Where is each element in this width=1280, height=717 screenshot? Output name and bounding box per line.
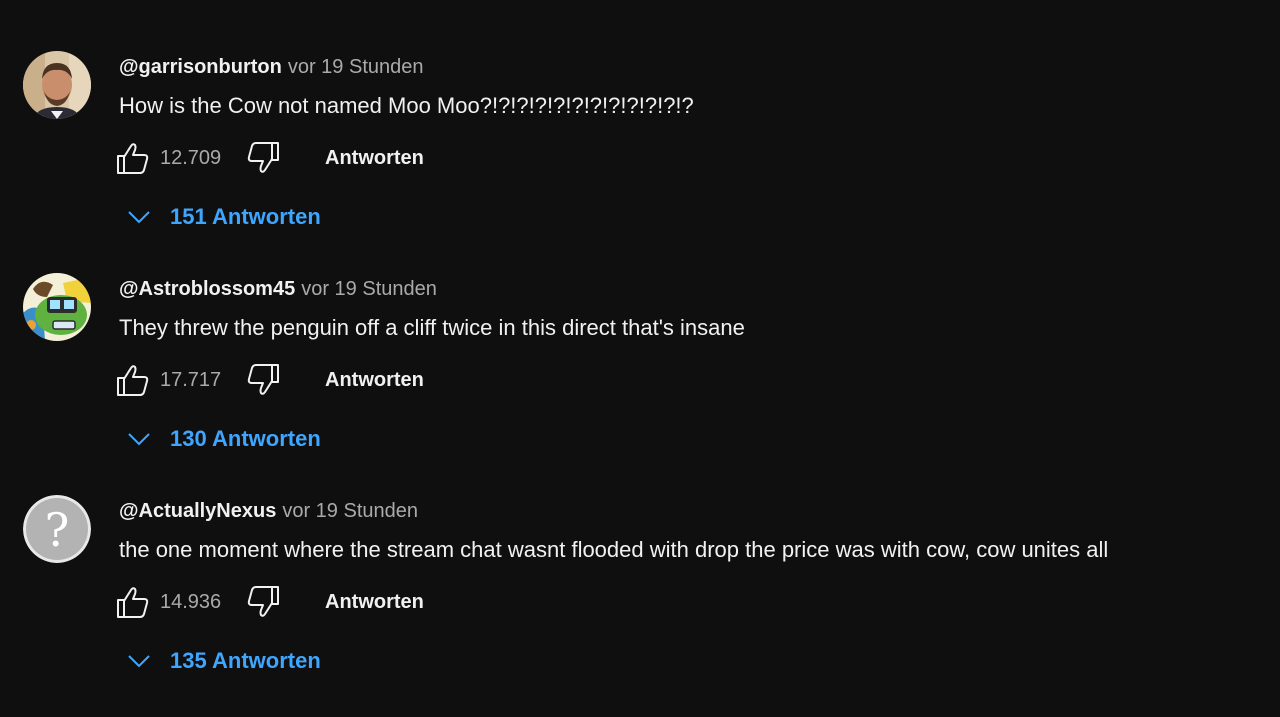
timestamp[interactable]: vor 19 Stunden xyxy=(288,56,424,78)
question-mark-avatar-icon: ? xyxy=(23,495,91,563)
comment-header: @Astroblossom45 vor 19 Stunden xyxy=(119,275,437,303)
avatar[interactable] xyxy=(23,51,91,119)
chevron-down-icon xyxy=(128,433,150,446)
like-count: 12.709 xyxy=(160,147,222,169)
dislike-button[interactable] xyxy=(244,362,282,398)
timestamp[interactable]: vor 19 Stunden xyxy=(282,500,418,522)
comment-thread: @Astroblossom45 vor 19 Stunden They threw… xyxy=(0,273,1280,495)
dislike-button[interactable] xyxy=(244,140,282,176)
comment-header: @garrisonburton vor 19 Stunden xyxy=(119,53,424,81)
author-name[interactable]: @Astroblossom45 xyxy=(119,278,295,300)
thumbs-up-icon xyxy=(117,143,149,174)
comment-thread: @garrisonburton vor 19 Stunden How is the… xyxy=(0,51,1280,273)
comment-text: How is the Cow not named Moo Moo?!?!?!?!… xyxy=(119,93,694,118)
svg-text:?: ? xyxy=(45,503,70,557)
replies-count-label: 130 Antworten xyxy=(170,426,321,451)
reply-button[interactable]: Antworten xyxy=(325,368,424,392)
like-count: 17.717 xyxy=(160,369,222,391)
comment-actions: 17.717 Antworten xyxy=(114,362,514,398)
replies-count-label: 135 Antworten xyxy=(170,648,321,673)
thumbs-down-icon xyxy=(247,586,279,617)
like-button[interactable] xyxy=(114,584,152,620)
replies-count-label: 151 Antworten xyxy=(170,204,321,229)
like-button[interactable] xyxy=(114,140,152,176)
like-button[interactable] xyxy=(114,362,152,398)
cartoon-frog-avatar-icon xyxy=(23,273,91,341)
comment-text: They threw the penguin off a cliff twice… xyxy=(119,315,745,340)
dislike-button[interactable] xyxy=(244,584,282,620)
like-count: 14.936 xyxy=(160,591,222,613)
chevron-down-icon xyxy=(128,211,150,224)
author-name[interactable]: @garrisonburton xyxy=(119,56,282,78)
thumbs-down-icon xyxy=(247,142,279,173)
thumbs-down-icon xyxy=(247,364,279,395)
thumbs-up-icon xyxy=(117,365,149,396)
reply-button[interactable]: Antworten xyxy=(325,146,424,170)
chevron-down-icon xyxy=(128,655,150,668)
reply-button[interactable]: Antworten xyxy=(325,590,424,614)
thumbs-up-icon xyxy=(117,587,149,618)
avatar[interactable]: ? xyxy=(23,495,91,563)
person-photo-avatar-icon xyxy=(23,51,91,119)
timestamp[interactable]: vor 19 Stunden xyxy=(301,278,437,300)
comment-actions: 12.709 Antworten xyxy=(114,140,514,176)
comment-actions: 14.936 Antworten xyxy=(114,584,514,620)
avatar[interactable] xyxy=(23,273,91,341)
comment-thread: ? @ActuallyNexus vor 19 Stunden the one m… xyxy=(0,495,1280,717)
author-name[interactable]: @ActuallyNexus xyxy=(119,500,276,522)
comment-text: the one moment where the stream chat was… xyxy=(119,537,1109,562)
comment-header: @ActuallyNexus vor 19 Stunden xyxy=(119,497,418,525)
